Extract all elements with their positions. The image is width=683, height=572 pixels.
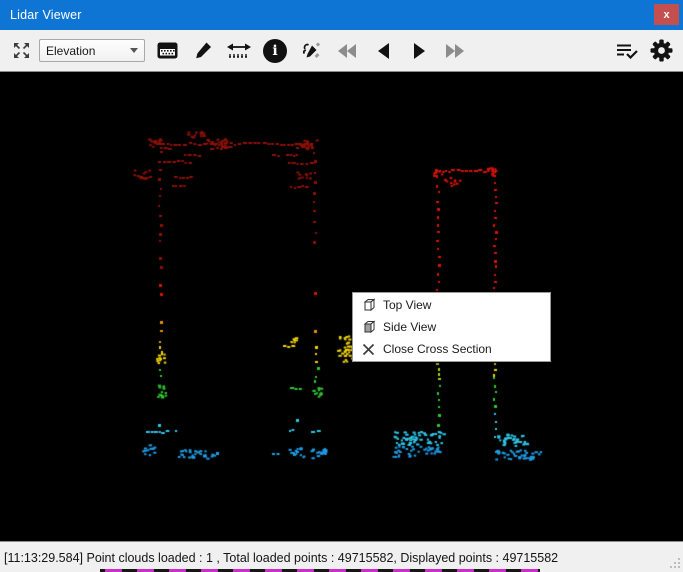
fast-forward-icon — [445, 44, 465, 58]
fast-forward-button[interactable] — [441, 37, 469, 65]
colormap-select[interactable]: Elevation — [39, 39, 145, 62]
context-menu: Top View Side View Close Cross Section — [352, 292, 551, 362]
menu-item-top-view[interactable]: Top View — [353, 294, 550, 316]
resize-grip[interactable] — [668, 556, 680, 568]
menu-item-side-view[interactable]: Side View — [353, 316, 550, 338]
fullscreen-expand-button[interactable] — [12, 42, 30, 60]
step-back-icon — [377, 43, 390, 59]
title-bar[interactable]: Lidar Viewer x — [0, 0, 683, 30]
menu-item-close-cross-section[interactable]: Close Cross Section — [353, 338, 550, 360]
close-button[interactable]: x — [654, 4, 679, 25]
toolbar: Elevation — [0, 30, 683, 71]
toolbar-right-group — [613, 37, 675, 65]
cube-side-view-icon — [361, 320, 376, 335]
measure-distance-icon — [227, 42, 251, 60]
auto-annotate-button[interactable] — [297, 37, 325, 65]
point-cloud-canvas[interactable] — [0, 72, 683, 541]
rewind-icon — [337, 44, 357, 58]
info-button[interactable]: i — [261, 37, 289, 65]
window-title: Lidar Viewer — [10, 8, 82, 22]
fullscreen-expand-icon — [13, 42, 30, 59]
display-list-button[interactable] — [613, 37, 641, 65]
colormap-keyboard-icon — [157, 42, 178, 59]
status-message: [11:13:29.584] Point clouds loaded : 1 ,… — [4, 551, 558, 565]
viewport[interactable] — [0, 71, 683, 542]
menu-item-label: Close Cross Section — [383, 342, 492, 356]
menu-item-label: Side View — [383, 320, 436, 334]
cube-top-view-icon — [361, 298, 376, 313]
info-icon: i — [263, 39, 287, 63]
step-back-button[interactable] — [369, 37, 397, 65]
rewind-button[interactable] — [333, 37, 361, 65]
chevron-down-icon — [130, 48, 138, 53]
close-x-icon — [361, 342, 376, 357]
settings-gear-icon — [650, 39, 673, 62]
lidar-viewer-window: Lidar Viewer x Elevation — [0, 0, 683, 572]
display-list-check-icon — [616, 43, 638, 59]
settings-button[interactable] — [647, 37, 675, 65]
status-bar: [11:13:29.584] Point clouds loaded : 1 ,… — [0, 542, 683, 572]
menu-item-label: Top View — [383, 298, 431, 312]
measure-distance-button[interactable] — [225, 37, 253, 65]
step-forward-icon — [413, 43, 426, 59]
close-icon: x — [663, 9, 669, 21]
auto-annotate-icon — [301, 41, 321, 61]
colormap-select-value: Elevation — [46, 44, 130, 58]
colormap-keyboard-button[interactable] — [153, 37, 181, 65]
edit-pencil-button[interactable] — [189, 37, 217, 65]
step-forward-button[interactable] — [405, 37, 433, 65]
edit-pencil-icon — [193, 41, 213, 61]
